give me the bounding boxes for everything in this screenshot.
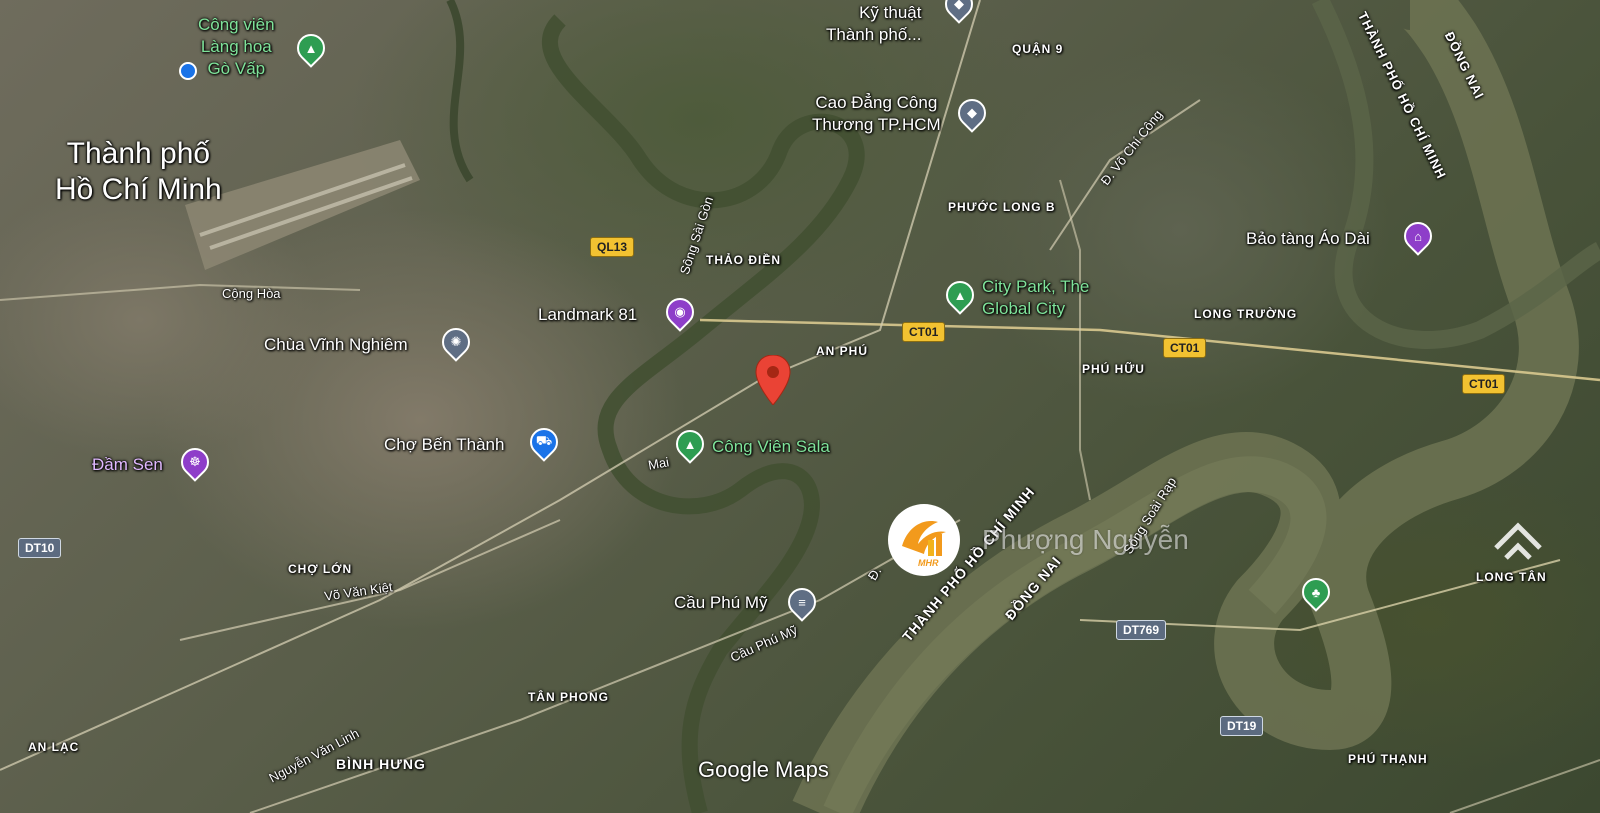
bridge-icon: ≡ xyxy=(798,594,806,610)
google-maps-attribution: Google Maps xyxy=(698,757,829,782)
poi-cong-vien-lang-hoa-line3: Gò Vấp xyxy=(207,59,266,78)
shield-ct01-b: CT01 xyxy=(1163,338,1207,358)
my-location-dot[interactable] xyxy=(179,62,197,80)
poi-cong-vien-lang-hoa[interactable]: Công viên Làng hoa Gò Vấp xyxy=(198,14,275,80)
shield-ct01-a: CT01 xyxy=(902,322,946,342)
museum-icon: ⌂ xyxy=(1414,228,1422,244)
poi-city-park[interactable]: City Park, The Global City xyxy=(982,276,1089,320)
dharma-wheel-icon: ✺ xyxy=(450,334,462,349)
poi-cong-vien-lang-hoa-line2: Làng hoa xyxy=(200,37,272,56)
shield-dt769: DT769 xyxy=(1116,620,1167,640)
poi-cong-vien-sala[interactable]: Công Viên Sala xyxy=(712,436,830,458)
road-cong-hoa xyxy=(0,283,361,301)
district-tan-phong: TÂN PHONG xyxy=(528,690,609,704)
poi-chua-vinh-nghiem[interactable]: Chùa Vĩnh Nghiêm xyxy=(264,334,408,356)
shield-dt19: DT19 xyxy=(1220,716,1264,736)
watermark-logo: MHR xyxy=(888,504,960,576)
leaf-icon: ♣ xyxy=(1311,584,1321,600)
district-quan9: QUẬN 9 xyxy=(1012,42,1064,56)
tree-icon: ▲ xyxy=(953,287,967,303)
district-phuoc-long-b: PHƯỚC LONG B xyxy=(948,200,1056,214)
watermark-text: Phượng Nguyễn xyxy=(982,524,1189,555)
poi-ky-thuat-line1: Kỹ thuật xyxy=(859,3,922,22)
selected-location-pin-icon[interactable] xyxy=(755,355,791,405)
district-binh-hung: BÌNH HƯNG xyxy=(336,756,426,772)
corner-logo xyxy=(1488,510,1548,575)
road-south-east xyxy=(1449,759,1600,813)
poi-dam-sen[interactable]: Đầm Sen xyxy=(92,454,163,476)
map-base-layer xyxy=(0,0,1600,813)
watermark: MHR Phượng Nguyễn xyxy=(888,504,1189,576)
city-label: Thành phố Hồ Chí Minh xyxy=(55,136,222,208)
district-phu-huu: PHÚ HỮU xyxy=(1082,362,1145,376)
poi-landmark81[interactable]: Landmark 81 xyxy=(538,304,637,326)
shield-dt10: DT10 xyxy=(18,538,62,558)
shopping-cart-icon: ⛟ xyxy=(535,433,553,448)
poi-cao-dang-line2: Thương TP.HCM xyxy=(812,115,941,134)
district-long-truong: LONG TRƯỜNG xyxy=(1194,307,1298,321)
chevrons-logo-icon xyxy=(1494,522,1542,560)
district-cho-lon: CHỢ LỚN xyxy=(288,562,353,576)
district-an-phu: AN PHÚ xyxy=(816,344,869,358)
district-thao-dien: THẢO ĐIỀN xyxy=(706,253,781,267)
poi-cao-dang[interactable]: Cao Đẳng Công Thương TP.HCM xyxy=(812,92,941,136)
district-an-lac: AN LẠC xyxy=(28,740,80,754)
road-label-cong-hoa: Cộng Hòa xyxy=(222,286,281,301)
poi-city-park-line1: City Park, The xyxy=(982,277,1090,296)
city-label-line1: Thành phố xyxy=(66,137,211,170)
watermark-logo-text: MHR xyxy=(918,558,939,568)
poi-city-park-line2: Global City xyxy=(982,299,1066,318)
poi-cong-vien-lang-hoa-line1: Công viên xyxy=(198,15,275,34)
poi-cho-ben-thanh[interactable]: Chợ Bến Thành xyxy=(384,434,504,456)
satellite-map[interactable]: Thành phố Hồ Chí Minh Công viên Làng hoa… xyxy=(0,0,1600,813)
graduation-cap-icon: ◆ xyxy=(954,0,964,11)
poi-ky-thuat[interactable]: Kỹ thuật Thành phố... xyxy=(826,2,921,46)
poi-ky-thuat-line2: Thành phố... xyxy=(826,25,922,44)
road-vo-van-kiet xyxy=(179,519,561,641)
graduation-cap-icon: ◆ xyxy=(967,105,977,120)
poi-cau-phu-my[interactable]: Cầu Phú Mỹ xyxy=(674,592,768,614)
shield-ql13: QL13 xyxy=(590,237,635,257)
creek xyxy=(446,0,474,183)
camera-icon: ◉ xyxy=(674,304,686,319)
city-label-line2: Hồ Chí Minh xyxy=(55,173,222,206)
poi-cao-dang-line1: Cao Đẳng Công xyxy=(815,93,938,112)
phoenix-logo-icon: MHR xyxy=(902,521,946,568)
corner-logo-label: LONG TÂN xyxy=(1476,570,1547,584)
tree-icon: ▲ xyxy=(304,40,318,56)
poi-bao-tang-ao-dai[interactable]: Bảo tàng Áo Dài xyxy=(1246,228,1370,250)
district-phu-thanh: PHÚ THẠNH xyxy=(1348,752,1428,766)
road-vo-chi-cong xyxy=(1049,99,1201,251)
shield-ct01-c: CT01 xyxy=(1462,374,1506,394)
tree-icon: ▲ xyxy=(683,436,697,452)
ferris-wheel-icon: ☸ xyxy=(189,454,201,469)
